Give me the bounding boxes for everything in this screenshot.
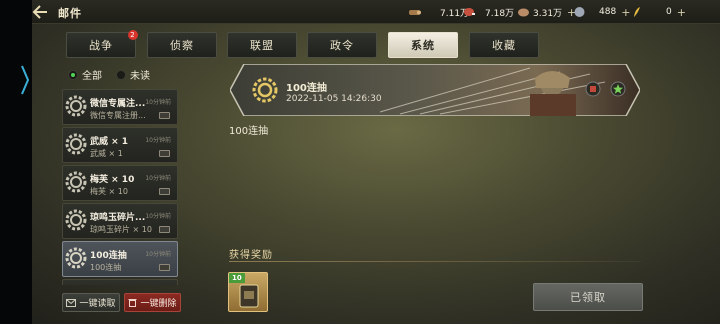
system-gear-icon (65, 209, 87, 231)
mail-time: 10分钟前 (145, 213, 171, 220)
list-item[interactable]: 琼鸣玉碎片... 10分钟前 琼鸣玉碎片 × 10 (62, 203, 178, 239)
add-resource-button[interactable]: + (677, 6, 686, 19)
page-title: 邮件 (58, 7, 82, 20)
mail-header-banner: 100连抽 2022-11-05 14:26:30 (230, 64, 640, 116)
filter-unread[interactable]: 未读 (116, 67, 150, 82)
system-gear-icon (65, 247, 87, 269)
mail-subtitle: 微信专属注册... (90, 111, 146, 120)
tab-favorites[interactable]: 收藏 (469, 32, 539, 58)
delete-all-button[interactable]: 一键删除 (124, 293, 181, 312)
mail-time: 10分钟前 (145, 175, 171, 182)
reward-heading: 获得奖励 (229, 250, 273, 261)
gold-feather-icon (634, 7, 640, 17)
scroll-book-icon (239, 284, 259, 308)
mail-list[interactable]: 微信专属注... 10分钟前 微信专属注册... 武威 × 1 10分钟前 武威… (62, 87, 178, 285)
resource-stone[interactable]: 3.31万 + (517, 5, 576, 19)
tab-label: 系统 (411, 39, 435, 52)
button-label: 已领取 (570, 291, 606, 304)
mail-detail-title: 100连抽 (286, 83, 327, 94)
system-gear-icon (65, 133, 87, 155)
tab-label: 政令 (330, 39, 354, 52)
tab-system[interactable]: 系统 (388, 32, 458, 58)
mail-time: 10分钟前 (145, 137, 171, 144)
tab-label: 联盟 (250, 39, 274, 52)
tag-icon[interactable] (585, 81, 601, 97)
tab-alliance[interactable]: 联盟 (227, 32, 297, 58)
envelope-icon (159, 188, 170, 195)
envelope-icon (66, 298, 77, 307)
list-item-selected[interactable]: 100连抽 10分钟前 100连抽 (62, 241, 178, 277)
side-drawer-handle[interactable] (20, 64, 30, 96)
system-gear-icon (252, 77, 278, 103)
reward-item[interactable]: 10 (228, 272, 268, 312)
radio-icon (116, 69, 126, 80)
tab-decree[interactable]: 政令 (307, 32, 377, 58)
list-item[interactable]: 武威 × 1 10分钟前 武威 × 1 (62, 127, 178, 163)
resource-wood[interactable]: 7.11万 (408, 5, 469, 19)
mail-body-text: 100连抽 (229, 126, 269, 137)
tab-scout[interactable]: 侦察 (147, 32, 217, 58)
mail-detail-datetime: 2022-11-05 14:26:30 (286, 94, 382, 104)
mail-time: 10分钟前 (145, 99, 171, 106)
divider (229, 261, 641, 262)
mail-title: 微信专属注... (90, 99, 146, 109)
resource-meat[interactable]: 7.18万 (463, 5, 514, 19)
filter-label: 全部 (82, 71, 102, 82)
back-arrow-icon[interactable] (32, 5, 48, 19)
meat-icon (464, 8, 475, 16)
resource-gold[interactable]: 0 + (630, 5, 686, 19)
wood-icon (409, 10, 421, 15)
envelope-icon (159, 226, 170, 233)
resource-value: 3.31万 (533, 8, 563, 19)
mail-subtitle: 琼鸣玉碎片 × 10 (90, 225, 152, 234)
stone-icon (518, 8, 529, 17)
read-all-button[interactable]: 一键读取 (62, 293, 120, 312)
resource-value: 7.18万 (485, 8, 515, 19)
tab-label: 侦察 (170, 39, 194, 52)
favorite-star-icon[interactable] (610, 81, 626, 97)
filter-label: 未读 (130, 71, 150, 82)
reward-quantity-badge: 10 (229, 273, 245, 283)
silver-icon (574, 7, 585, 17)
claimed-button[interactable]: 已领取 (533, 283, 643, 311)
envelope-icon (159, 112, 170, 119)
trash-icon (128, 299, 137, 307)
resource-value: 0 (666, 7, 672, 17)
list-item[interactable]: 梅芙 × 10 10分钟前 梅芙 × 10 (62, 165, 178, 201)
system-gear-icon (65, 95, 87, 117)
resource-value: 488 (599, 7, 617, 17)
radio-selected-icon (68, 69, 78, 80)
mail-subtitle: 梅芙 × 10 (90, 187, 128, 196)
tab-label: 收藏 (492, 39, 516, 52)
envelope-icon (159, 264, 170, 271)
mail-subtitle: 武威 × 1 (90, 149, 123, 158)
mail-title: 武威 × 1 (90, 137, 129, 147)
resource-silver[interactable]: 488 + (573, 5, 630, 19)
mail-title: 梅芙 × 10 (90, 175, 135, 185)
tab-war[interactable]: 战争 2 (66, 30, 138, 58)
envelope-icon (159, 150, 170, 157)
mail-subtitle: 100连抽 (90, 263, 122, 272)
mail-screen: 邮件 7.11万 7.18万 3.31万 + 488 + 0 + 战争 2 侦察… (0, 0, 720, 324)
mail-title: 100连抽 (90, 251, 127, 261)
mail-title: 琼鸣玉碎片... (90, 213, 146, 223)
list-item[interactable] (62, 279, 178, 285)
button-label: 一键删除 (140, 299, 177, 309)
screen-bezel (0, 0, 32, 324)
list-item[interactable]: 微信专属注... 10分钟前 微信专属注册... (62, 89, 178, 125)
tab-label: 战争 (89, 39, 113, 52)
button-label: 一键读取 (79, 299, 116, 309)
filter-all[interactable]: 全部 (68, 67, 102, 82)
system-gear-icon (65, 171, 87, 193)
notification-badge: 2 (128, 30, 138, 40)
mail-time: 10分钟前 (145, 251, 171, 258)
